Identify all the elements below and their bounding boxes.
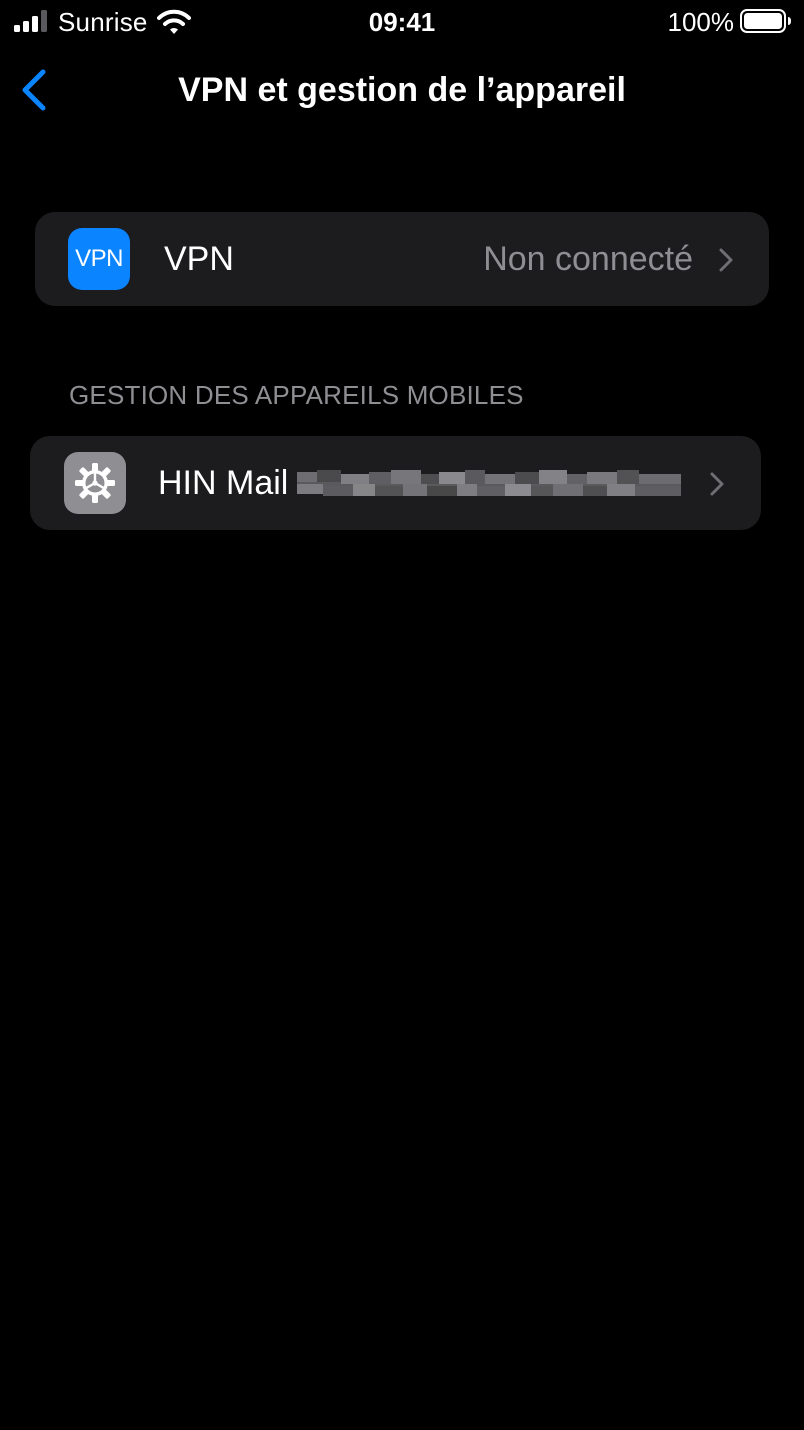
chevron-right-icon (710, 472, 724, 496)
navigation-bar: VPN et gestion de l’appareil (0, 50, 804, 130)
redacted-text (297, 470, 681, 496)
page-title: VPN et gestion de l’appareil (178, 71, 626, 109)
profile-settings-icon (64, 452, 126, 514)
status-bar: Sunrise 09:41 100% (0, 0, 804, 44)
mdm-group: HIN Mail (30, 436, 761, 530)
vpn-row-label: VPN (164, 240, 234, 278)
battery-percentage: 100% (667, 7, 735, 37)
profile-row-label: HIN Mail (158, 464, 289, 502)
vpn-icon: VPN (68, 228, 130, 290)
vpn-row[interactable]: VPN VPN Non connecté (35, 212, 769, 306)
section-header-mdm: GESTION DES APPAREILS MOBILES (69, 380, 524, 410)
vpn-status-value: Non connecté (483, 240, 693, 278)
gear-icon (75, 463, 115, 503)
vpn-icon-label: VPN (75, 245, 123, 272)
vpn-group: VPN VPN Non connecté (35, 212, 769, 306)
profile-row-hin-mail[interactable]: HIN Mail (30, 436, 761, 530)
chevron-right-icon (719, 248, 733, 272)
battery-icon (740, 9, 791, 33)
